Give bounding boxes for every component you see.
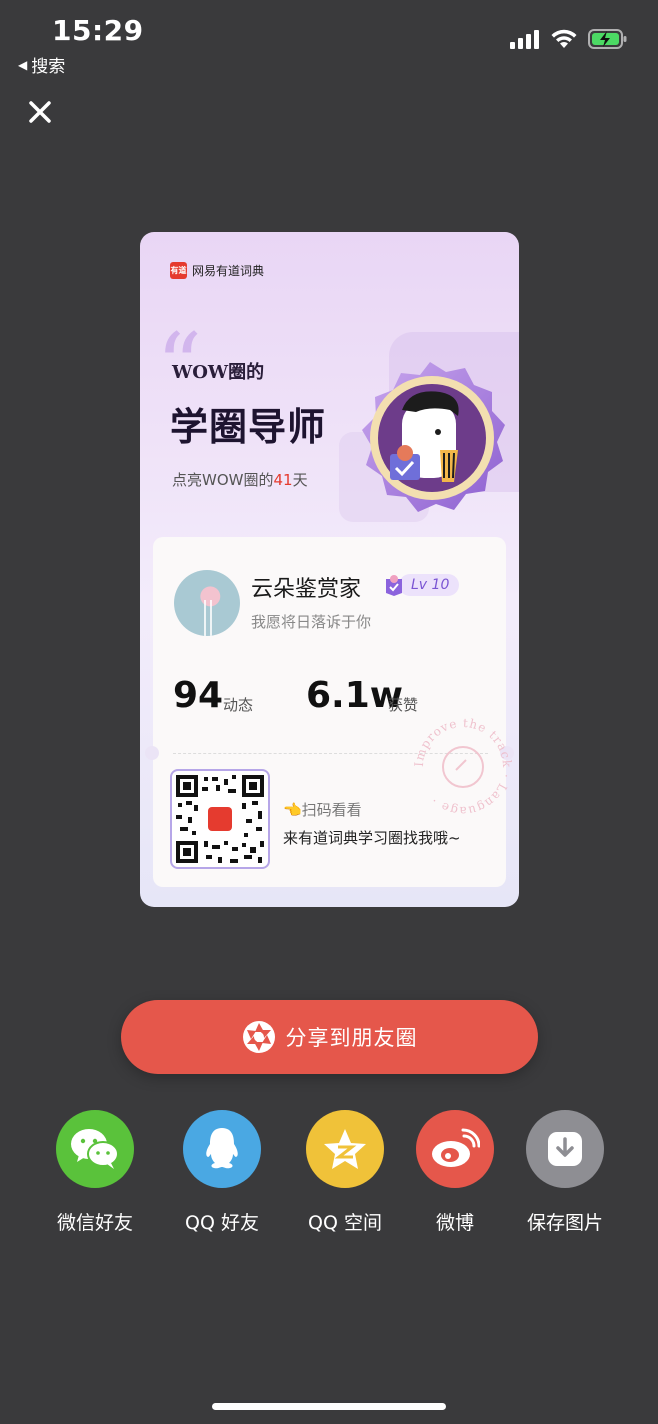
- youdao-logo-icon: 有道: [170, 262, 187, 279]
- share-label: 微信好友: [56, 1212, 133, 1234]
- mentor-badge-icon: [362, 362, 505, 512]
- posts-count: 94: [173, 675, 224, 716]
- brand-name: 网易有道词典: [192, 264, 265, 278]
- share-label: QQ 空间: [308, 1212, 382, 1234]
- svg-text:Improve the track · Language ·: Improve the track · Language ·: [412, 716, 514, 818]
- scan-hint: 👈扫码看看: [283, 801, 362, 819]
- share-weibo[interactable]: 微博: [400, 1110, 510, 1235]
- days-count: 41: [273, 471, 293, 489]
- level-label: Lv 10: [399, 574, 460, 596]
- level-icon: [386, 575, 402, 596]
- back-label: 搜索: [31, 57, 66, 77]
- share-to-moments-button[interactable]: 分享到朋友圈: [121, 1000, 538, 1074]
- qzone-icon: [306, 1110, 384, 1188]
- status-icons: [510, 28, 628, 50]
- download-icon: [526, 1110, 604, 1188]
- profile-panel: 云朵鉴赏家 Lv 10 我愿将日落诉于你 94 动态 6.1w 获赞 Impro…: [145, 537, 514, 887]
- level-badge: Lv 10: [383, 572, 460, 598]
- avatar-ladder: [204, 600, 212, 636]
- status-bar: 15:29 ◀ 搜索: [0, 0, 658, 80]
- share-wechat-friend[interactable]: 微信好友: [40, 1110, 150, 1235]
- card-title: 学圈导师: [170, 404, 327, 449]
- username: 云朵鉴赏家: [251, 577, 362, 602]
- share-qq-friend[interactable]: QQ 好友: [167, 1110, 277, 1235]
- close-icon: [29, 101, 51, 123]
- qr-code[interactable]: [170, 769, 270, 869]
- avatar[interactable]: [174, 570, 240, 636]
- stamp-text: Improve the track · Language ·: [412, 716, 513, 818]
- moments-shutter-icon: [242, 1021, 275, 1053]
- wechat-icon: [56, 1110, 134, 1188]
- share-label: 微博: [435, 1212, 474, 1234]
- status-time: 15:29: [52, 14, 144, 47]
- weibo-icon: [416, 1110, 494, 1188]
- home-indicator[interactable]: [212, 1403, 446, 1410]
- close-button[interactable]: [22, 94, 58, 130]
- qq-icon: [183, 1110, 261, 1188]
- share-card: 有道 网易有道词典 “ WOW圈的 学圈导师 点亮WOW圈的41天 云朵鉴赏家: [140, 232, 519, 907]
- share-qzone[interactable]: QQ 空间: [290, 1110, 400, 1235]
- cellular-signal-icon: [510, 30, 539, 49]
- user-motto: 我愿将日落诉于你: [251, 613, 372, 631]
- scan-description: 来有道词典学习圈找我哦~: [283, 829, 461, 847]
- share-to-moments-label: 分享到朋友圈: [285, 1026, 418, 1050]
- save-image-button[interactable]: 保存图片: [510, 1110, 620, 1235]
- battery-charging-icon: [588, 29, 627, 49]
- back-triangle-icon: ◀: [18, 57, 28, 72]
- language-stamp-icon: Improve the track · Language ·: [412, 716, 514, 818]
- back-to-search-link[interactable]: ◀ 搜索: [18, 52, 65, 77]
- wifi-icon: [551, 29, 577, 48]
- qr-code-icon: [176, 775, 264, 863]
- days-prefix: 点亮WOW圈的: [172, 471, 274, 489]
- share-label: QQ 好友: [185, 1212, 259, 1234]
- brand: 有道 网易有道词典: [170, 262, 264, 279]
- share-label: 保存图片: [526, 1212, 603, 1234]
- days-suffix: 天: [292, 471, 308, 489]
- ticket-notch: [145, 746, 159, 760]
- posts-label: 动态: [223, 696, 254, 714]
- card-subtitle: WOW圈的: [172, 362, 265, 383]
- days-line: 点亮WOW圈的41天: [172, 469, 308, 490]
